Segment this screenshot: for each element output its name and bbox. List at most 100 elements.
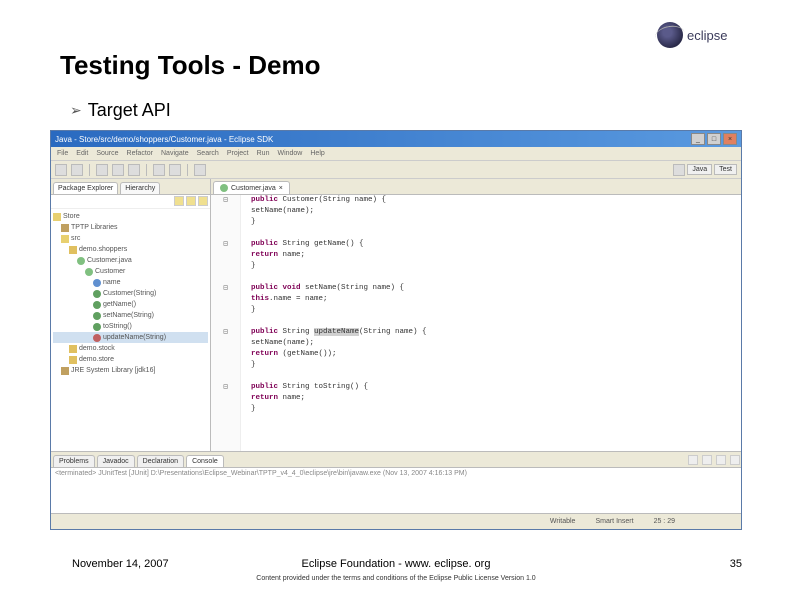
link-editor-icon[interactable] xyxy=(186,196,196,206)
console-display-icon[interactable] xyxy=(730,455,740,465)
close-tab-icon[interactable]: × xyxy=(279,185,283,192)
window-title: Java - Store/src/demo/shoppers/Customer.… xyxy=(55,135,273,144)
menu-navigate[interactable]: Navigate xyxy=(161,150,189,157)
menu-edit[interactable]: Edit xyxy=(76,150,88,157)
toolbar-search-icon[interactable] xyxy=(194,164,206,176)
perspective-switcher: Java Test xyxy=(673,164,737,176)
toolbar: Java Test xyxy=(51,161,741,179)
tree-pkg[interactable]: demo.shoppers xyxy=(79,244,127,255)
view-menu-icon[interactable] xyxy=(198,196,208,206)
status-position: 25 : 29 xyxy=(654,518,675,525)
console-pin-icon[interactable] xyxy=(716,455,726,465)
tree-file[interactable]: Customer.java xyxy=(87,255,132,266)
status-insert: Smart Insert xyxy=(595,518,633,525)
tree-field[interactable]: name xyxy=(103,277,121,288)
toolbar-save-icon[interactable] xyxy=(71,164,83,176)
footer-page-number: 35 xyxy=(730,558,742,570)
menu-help[interactable]: Help xyxy=(310,150,324,157)
tab-hierarchy[interactable]: Hierarchy xyxy=(120,182,160,194)
console-area: Problems Javadoc Declaration Console <te… xyxy=(51,451,741,513)
tab-package-explorer[interactable]: Package Explorer xyxy=(53,182,118,194)
editor-tab-customer[interactable]: Customer.java × xyxy=(213,181,290,194)
close-button[interactable]: × xyxy=(723,133,737,145)
console-clear-icon[interactable] xyxy=(702,455,712,465)
tree-pkg3[interactable]: demo.store xyxy=(79,354,114,365)
tree-updatename[interactable]: updateName(String) xyxy=(103,332,166,343)
editor-tab-label: Customer.java xyxy=(231,185,276,192)
fold-icon[interactable]: ⊟ xyxy=(211,283,240,294)
package-icon xyxy=(69,246,77,254)
menu-search[interactable]: Search xyxy=(197,150,219,157)
fold-icon[interactable]: ⊟ xyxy=(211,195,240,206)
status-writable: Writable xyxy=(550,518,576,525)
menu-project[interactable]: Project xyxy=(227,150,249,157)
statusbar: Writable Smart Insert 25 : 29 xyxy=(51,513,741,529)
constructor-icon xyxy=(93,290,101,298)
minimize-button[interactable]: _ xyxy=(691,133,705,145)
method-icon xyxy=(93,312,101,320)
tree-setname[interactable]: setName(String) xyxy=(103,310,154,321)
perspective-java[interactable]: Java xyxy=(687,164,712,175)
open-perspective-icon[interactable] xyxy=(673,164,685,176)
tree-tostring[interactable]: toString() xyxy=(103,321,132,332)
fold-icon[interactable]: ⊟ xyxy=(211,239,240,250)
tab-problems[interactable]: Problems xyxy=(53,455,95,467)
tree-ctor[interactable]: Customer(String) xyxy=(103,288,156,299)
ide-window: Java - Store/src/demo/shoppers/Customer.… xyxy=(50,130,742,530)
fold-icon[interactable]: ⊟ xyxy=(211,327,240,338)
editor-area: Customer.java × ⊟ ⊟ ⊟ ⊟ ⊟ public Cus xyxy=(211,179,741,451)
maximize-button[interactable]: □ xyxy=(707,133,721,145)
tab-javadoc[interactable]: Javadoc xyxy=(97,455,135,467)
console-output[interactable]: <terminated> JUnitTest [JUnit] D:\Presen… xyxy=(51,468,741,513)
toolbar-newclass-icon[interactable] xyxy=(153,164,165,176)
footer-center: Eclipse Foundation - www. eclipse. org xyxy=(0,558,792,570)
toolbar-debug-icon[interactable] xyxy=(96,164,108,176)
menu-window[interactable]: Window xyxy=(277,150,302,157)
java-file-icon xyxy=(220,184,228,192)
tree-project[interactable]: Store xyxy=(63,211,80,222)
tree-pkg2[interactable]: demo.stock xyxy=(79,343,115,354)
menu-run[interactable]: Run xyxy=(257,150,270,157)
method-icon xyxy=(93,323,101,331)
console-terminate-icon[interactable] xyxy=(688,455,698,465)
bullet-target-api: Target API xyxy=(70,100,171,121)
eclipse-orb-icon xyxy=(657,22,683,48)
collapse-all-icon[interactable] xyxy=(174,196,184,206)
package-icon xyxy=(69,356,77,364)
java-file-icon xyxy=(77,257,85,265)
code-content[interactable]: public Customer(String name) { setName(n… xyxy=(241,195,741,451)
tree-lib[interactable]: TPTP Libraries xyxy=(71,222,118,233)
field-icon xyxy=(93,279,101,287)
class-icon xyxy=(85,268,93,276)
code-editor[interactable]: ⊟ ⊟ ⊟ ⊟ ⊟ public Customer(String name) {… xyxy=(211,195,741,451)
fold-icon[interactable]: ⊟ xyxy=(211,382,240,393)
jre-icon xyxy=(61,367,69,375)
bullet-text: Target API xyxy=(88,100,171,121)
menu-file[interactable]: File xyxy=(57,150,68,157)
toolbar-run-icon[interactable] xyxy=(112,164,124,176)
toolbar-new-icon[interactable] xyxy=(55,164,67,176)
library-icon xyxy=(61,224,69,232)
menu-refactor[interactable]: Refactor xyxy=(127,150,153,157)
tree-jre[interactable]: JRE System Library [jdk16] xyxy=(71,365,155,376)
package-explorer-view: Package Explorer Hierarchy Store TPTP Li… xyxy=(51,179,211,451)
project-tree[interactable]: Store TPTP Libraries src demo.shoppers C… xyxy=(51,209,210,451)
project-icon xyxy=(53,213,61,221)
perspective-test[interactable]: Test xyxy=(714,164,737,175)
tab-declaration[interactable]: Declaration xyxy=(137,455,184,467)
method-icon xyxy=(93,334,101,342)
toolbar-profile-icon[interactable] xyxy=(128,164,140,176)
toolbar-newpkg-icon[interactable] xyxy=(169,164,181,176)
eclipse-logo-text: eclipse xyxy=(687,28,727,43)
tree-getname[interactable]: getName() xyxy=(103,299,136,310)
console-status-line: <terminated> JUnitTest [JUnit] D:\Presen… xyxy=(55,470,467,477)
tree-class[interactable]: Customer xyxy=(95,266,125,277)
editor-gutter: ⊟ ⊟ ⊟ ⊟ ⊟ xyxy=(211,195,241,451)
tree-src[interactable]: src xyxy=(71,233,80,244)
titlebar: Java - Store/src/demo/shoppers/Customer.… xyxy=(51,131,741,147)
tab-console[interactable]: Console xyxy=(186,455,224,467)
slide-title: Testing Tools - Demo xyxy=(60,50,320,81)
eclipse-logo: eclipse xyxy=(657,20,757,50)
menu-source[interactable]: Source xyxy=(96,150,118,157)
package-icon xyxy=(69,345,77,353)
